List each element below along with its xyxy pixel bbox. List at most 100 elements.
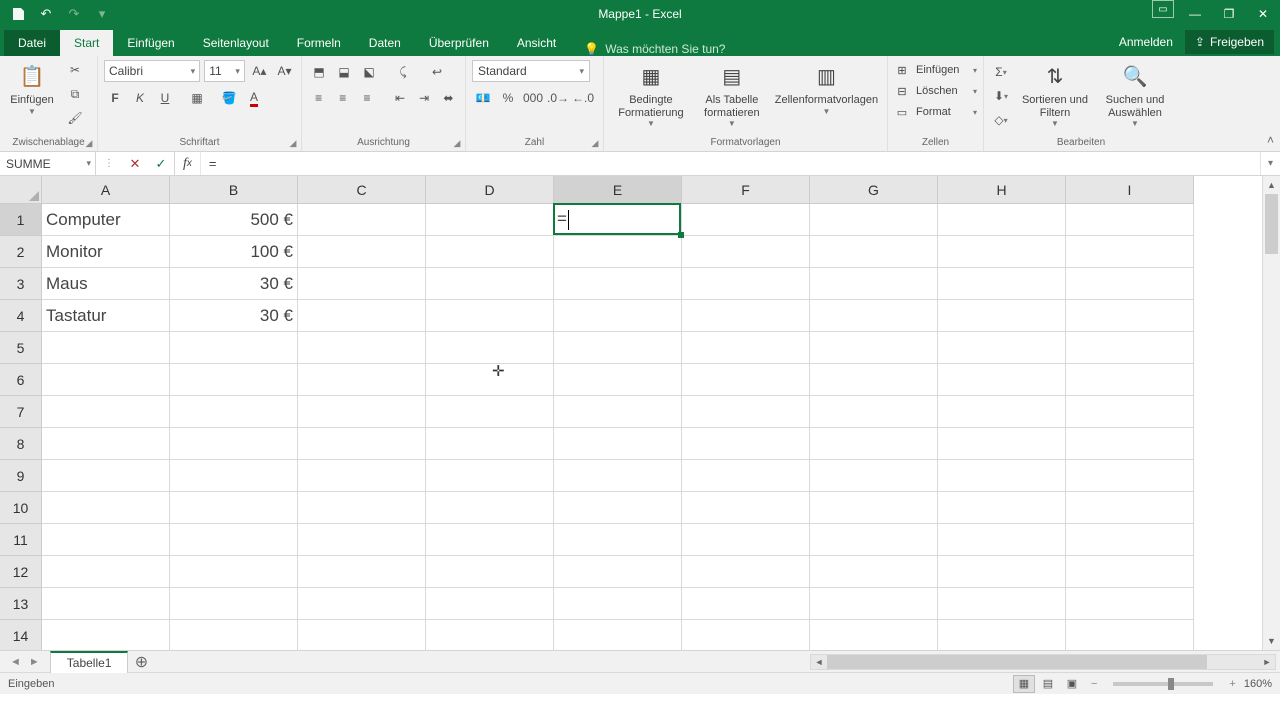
view-page-break-icon[interactable]: ▣ [1061,675,1083,693]
cell[interactable] [682,620,810,650]
conditional-formatting-button[interactable]: ▦ Bedingte Formatierung▼ [610,60,692,128]
cell[interactable] [426,460,554,492]
zoom-slider[interactable] [1113,682,1213,686]
cell[interactable] [1066,364,1194,396]
cell[interactable] [170,460,298,492]
cell[interactable] [426,556,554,588]
cell[interactable] [810,396,938,428]
autosum-icon[interactable]: Σ ▾ [990,62,1012,82]
delete-cells-button[interactable]: ⊟Löschen▾ [894,83,977,99]
increase-decimal-icon[interactable]: .0→ [547,88,569,108]
cell[interactable] [426,204,554,236]
cell[interactable] [554,492,682,524]
row-header[interactable]: 12 [0,556,42,588]
formula-bar-input[interactable]: = [201,152,1260,175]
borders-icon[interactable]: ▦ [186,88,208,108]
cell[interactable] [682,396,810,428]
cell[interactable] [426,236,554,268]
cell[interactable] [42,460,170,492]
cell[interactable]: 100 € [170,236,298,268]
cell[interactable] [938,524,1066,556]
column-header[interactable]: B [170,176,298,204]
cell[interactable] [554,332,682,364]
cell[interactable]: Monitor [42,236,170,268]
view-page-layout-icon[interactable]: ▤ [1037,675,1059,693]
undo-icon[interactable]: ↶ [34,3,58,25]
cell[interactable] [1066,588,1194,620]
cell[interactable] [938,588,1066,620]
column-header[interactable]: A [42,176,170,204]
sheet-nav-next-icon[interactable]: ► [29,656,40,668]
cell[interactable] [1066,524,1194,556]
number-dialog-launcher[interactable]: ◢ [589,137,601,149]
row-header[interactable]: 1 [0,204,42,236]
cell[interactable] [298,268,426,300]
cell[interactable]: Maus [42,268,170,300]
cell[interactable] [170,428,298,460]
row-header[interactable]: 4 [0,300,42,332]
copy-icon[interactable]: ⧉ [64,84,86,104]
cell[interactable] [298,300,426,332]
bold-button[interactable]: F [104,88,126,108]
percent-format-icon[interactable]: % [497,88,519,108]
scroll-up-icon[interactable]: ▲ [1263,176,1280,194]
tab-data[interactable]: Daten [355,30,415,56]
column-header[interactable]: D [426,176,554,204]
scroll-down-icon[interactable]: ▼ [1263,632,1280,650]
cell[interactable] [938,204,1066,236]
cell[interactable] [938,364,1066,396]
cell[interactable] [426,332,554,364]
cell[interactable] [682,332,810,364]
cell[interactable] [42,556,170,588]
column-header[interactable]: H [938,176,1066,204]
cell-styles-button[interactable]: ▥ Zellenformatvorlagen▼ [772,60,881,116]
cell[interactable] [426,492,554,524]
cell[interactable] [938,300,1066,332]
cell[interactable] [554,204,682,236]
format-cells-button[interactable]: ▭Format▾ [894,104,977,120]
cell[interactable] [810,556,938,588]
cell[interactable] [810,364,938,396]
alignment-dialog-launcher[interactable]: ◢ [451,137,463,149]
row-header[interactable]: 11 [0,524,42,556]
cell[interactable] [42,332,170,364]
align-right-icon[interactable]: ≡ [356,88,377,108]
format-painter-icon[interactable]: 🖌 [64,108,86,128]
clipboard-dialog-launcher[interactable]: ◢ [83,137,95,149]
cell[interactable] [554,428,682,460]
cell[interactable] [298,236,426,268]
increase-indent-icon[interactable]: ⇥ [414,88,435,108]
cell[interactable] [682,556,810,588]
align-bottom-icon[interactable]: ⬕ [358,62,380,82]
cell[interactable] [1066,556,1194,588]
view-normal-icon[interactable]: ▦ [1013,675,1035,693]
cell[interactable] [1066,236,1194,268]
cell[interactable] [426,588,554,620]
cell[interactable] [554,620,682,650]
cell[interactable] [682,204,810,236]
cell[interactable] [298,620,426,650]
collapse-ribbon-icon[interactable]: ˄ [1267,133,1274,147]
cell[interactable] [426,428,554,460]
fill-color-icon[interactable]: 🪣 [218,88,240,108]
cell[interactable] [938,428,1066,460]
cell[interactable] [810,236,938,268]
cell[interactable] [298,556,426,588]
increase-font-icon[interactable]: A▴ [249,61,270,81]
vertical-scrollbar[interactable]: ▲ ▼ [1262,176,1280,650]
cell[interactable] [554,268,682,300]
cell[interactable] [554,236,682,268]
cell[interactable] [1066,460,1194,492]
qat-customize-icon[interactable]: ▾ [90,3,114,25]
cell[interactable] [682,460,810,492]
decrease-decimal-icon[interactable]: ←.0 [572,88,594,108]
cell[interactable] [682,268,810,300]
close-button[interactable]: ✕ [1246,0,1280,28]
row-header[interactable]: 14 [0,620,42,650]
sheet-tab-active[interactable]: Tabelle1 [50,651,129,673]
fx-icon[interactable]: fx [175,152,201,175]
cell[interactable] [426,396,554,428]
align-center-icon[interactable]: ≡ [332,88,353,108]
cell[interactable] [426,300,554,332]
cell[interactable] [682,428,810,460]
